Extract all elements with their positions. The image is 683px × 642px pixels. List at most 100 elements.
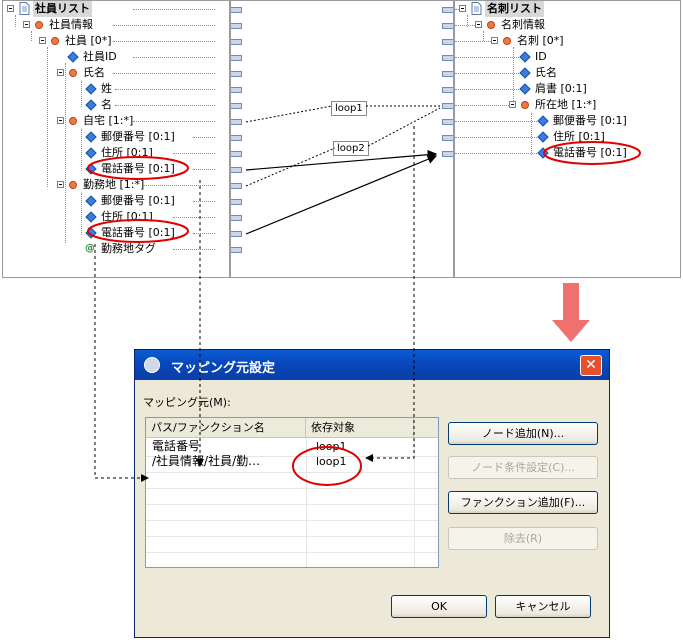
attribute-icon bbox=[519, 83, 531, 95]
port[interactable] bbox=[231, 183, 242, 189]
port[interactable] bbox=[442, 135, 453, 141]
down-arrow-icon bbox=[552, 320, 590, 342]
node-label: 郵便番号 [0:1] bbox=[101, 130, 175, 143]
mapping-canvas[interactable]: loop1 loop2 bbox=[230, 0, 454, 278]
port[interactable] bbox=[231, 135, 242, 141]
mapping-source-label: マッピング元(M): bbox=[143, 396, 231, 409]
loop2-label[interactable]: loop2 bbox=[333, 141, 369, 156]
source-tree-panel: 社員リスト 社員情報 社員 [0*] 社員ID 氏名 姓 名 自宅 [1:*] … bbox=[2, 0, 230, 278]
port[interactable] bbox=[231, 215, 242, 221]
attribute-icon bbox=[519, 67, 531, 79]
collapse-toggle[interactable] bbox=[7, 5, 14, 12]
leader-line bbox=[113, 25, 215, 26]
port[interactable] bbox=[442, 71, 453, 77]
collapse-toggle[interactable] bbox=[57, 181, 64, 188]
node-label: 電話番号 [0:1] bbox=[553, 146, 627, 159]
tree-guide bbox=[81, 81, 82, 107]
add-function-button[interactable]: ファンクション追加(F)... bbox=[448, 491, 598, 514]
node-label: 氏名 bbox=[83, 66, 105, 79]
tree-guide bbox=[467, 15, 468, 27]
add-node-button[interactable]: ノード追加(N)... bbox=[448, 422, 598, 445]
node-condition-button[interactable]: ノード条件設定(C)... bbox=[448, 456, 598, 479]
element-icon bbox=[69, 69, 77, 77]
port[interactable] bbox=[231, 7, 242, 13]
attribute-icon bbox=[85, 211, 97, 223]
attribute-icon bbox=[85, 99, 97, 111]
row-divider bbox=[146, 520, 438, 521]
column-header-path[interactable]: パス/ファンクション名 bbox=[146, 418, 306, 438]
leader-line bbox=[193, 233, 215, 234]
cancel-button[interactable]: キャンセル bbox=[495, 595, 591, 618]
port[interactable] bbox=[231, 39, 242, 45]
collapse-toggle[interactable] bbox=[23, 21, 30, 28]
path-cell[interactable]: 電話番号 bbox=[152, 440, 200, 453]
port[interactable] bbox=[442, 151, 453, 157]
collapse-toggle[interactable] bbox=[39, 37, 46, 44]
node-label: ID bbox=[535, 50, 547, 63]
port[interactable] bbox=[442, 87, 453, 93]
leader-line bbox=[113, 41, 215, 42]
port[interactable] bbox=[231, 55, 242, 61]
leader-line bbox=[455, 137, 537, 138]
leader-line bbox=[193, 137, 215, 138]
leader-line bbox=[193, 169, 215, 170]
tree-guide bbox=[513, 47, 514, 107]
port[interactable] bbox=[442, 39, 453, 45]
path-cell-line2[interactable]: /社員情報/社員/勤… bbox=[152, 455, 260, 468]
collapse-toggle[interactable] bbox=[491, 37, 498, 44]
node-label: 郵便番号 [0:1] bbox=[101, 194, 175, 207]
node-label: 住所 [0:1] bbox=[101, 210, 153, 223]
port[interactable] bbox=[231, 87, 242, 93]
leader-line bbox=[455, 41, 493, 42]
leader-line bbox=[193, 201, 215, 202]
port[interactable] bbox=[442, 55, 453, 61]
collapse-toggle[interactable] bbox=[459, 5, 466, 12]
attribute-icon bbox=[85, 131, 97, 143]
close-button[interactable]: ✕ bbox=[580, 355, 602, 376]
port[interactable] bbox=[231, 231, 242, 237]
target-tree-panel: 名刺リスト 名刺情報 名刺 [0*] ID 氏名 肩書 [0:1] 所在地 [1… bbox=[454, 0, 681, 278]
dialog-title-bar[interactable]: マッピング元設定 ✕ bbox=[135, 350, 609, 380]
leader-line bbox=[143, 185, 215, 186]
tree-guide bbox=[81, 129, 82, 171]
port[interactable] bbox=[442, 23, 453, 29]
tree-guide bbox=[531, 113, 532, 155]
attribute-icon bbox=[537, 115, 549, 127]
port[interactable] bbox=[442, 103, 453, 109]
root-label: 社員リスト bbox=[33, 1, 92, 17]
node-label: 社員情報 bbox=[49, 18, 93, 31]
dependency-cell[interactable]: loop1 bbox=[316, 440, 347, 453]
port[interactable] bbox=[231, 23, 242, 29]
port[interactable] bbox=[231, 199, 242, 205]
leader-line bbox=[115, 105, 215, 106]
port[interactable] bbox=[231, 103, 242, 109]
loop1-label[interactable]: loop1 bbox=[331, 101, 367, 116]
port[interactable] bbox=[231, 167, 242, 173]
node-label: 住所 [0:1] bbox=[101, 146, 153, 159]
row-divider bbox=[146, 488, 438, 489]
document-icon bbox=[471, 2, 482, 15]
leader-line bbox=[173, 153, 215, 154]
port[interactable] bbox=[231, 119, 242, 125]
dependency-cell[interactable]: loop1 bbox=[316, 455, 347, 468]
port[interactable] bbox=[231, 151, 242, 157]
ok-button[interactable]: OK bbox=[391, 595, 487, 618]
collapse-toggle[interactable] bbox=[475, 21, 482, 28]
collapse-toggle[interactable] bbox=[57, 69, 64, 76]
port[interactable] bbox=[231, 247, 242, 253]
port[interactable] bbox=[442, 119, 453, 125]
node-label: 姓 bbox=[101, 82, 112, 95]
mapping-source-table[interactable]: パス/ファンクション名 依存対象 電話番号 /社員情報/社員/勤… loop1 … bbox=[145, 417, 439, 568]
leader-line bbox=[455, 25, 477, 26]
attribute-icon bbox=[85, 83, 97, 95]
element-icon bbox=[51, 37, 59, 45]
collapse-toggle[interactable] bbox=[509, 101, 516, 108]
node-label: 所在地 [1:*] bbox=[535, 98, 597, 111]
port[interactable] bbox=[442, 7, 453, 13]
collapse-toggle[interactable] bbox=[57, 117, 64, 124]
node-label: 自宅 [1:*] bbox=[83, 114, 134, 127]
column-header-dependency[interactable]: 依存対象 bbox=[306, 418, 414, 438]
document-icon bbox=[19, 2, 30, 15]
port[interactable] bbox=[231, 71, 242, 77]
remove-button[interactable]: 除去(R) bbox=[448, 527, 598, 550]
